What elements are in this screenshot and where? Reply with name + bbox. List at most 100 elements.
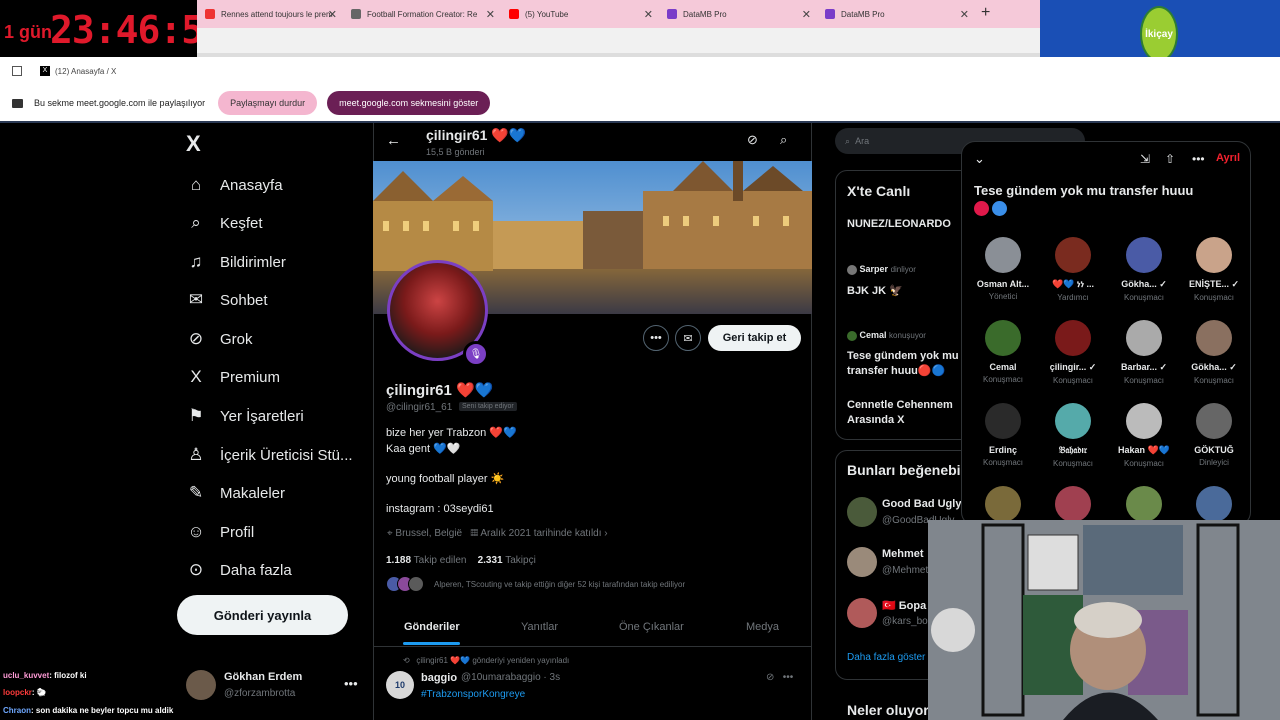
suggestion-handle: @Mehmet (882, 565, 929, 576)
more-icon[interactable]: ••• (783, 672, 794, 683)
browser-tab[interactable]: DataMB Pro ✕ (817, 0, 975, 28)
search-icon[interactable]: ⌕ (780, 132, 787, 148)
nav-item-home[interactable]: ⌂ Anasayfa (186, 175, 283, 195)
avatar[interactable] (847, 497, 877, 527)
space-speaker[interactable]: Barbar... ✓ Konuşmacı (1109, 320, 1179, 385)
speaker-name: Osman Alt... (976, 279, 1030, 289)
suggestion-name[interactable]: Mehmet (882, 548, 924, 560)
tab-replies[interactable]: Yanıtlar (521, 621, 558, 633)
space-speaker[interactable]: Gökha... ✓ Konuşmacı (1109, 237, 1179, 302)
close-icon[interactable]: ✕ (960, 8, 969, 21)
nav-item-explore[interactable]: ⌕ Keşfet (186, 213, 262, 233)
space-speaker[interactable] (1038, 486, 1108, 522)
nav-item-articles[interactable]: ✎ Makaleler (186, 483, 285, 503)
suggestion-name[interactable]: Good Bad Ugly (882, 498, 961, 510)
tab-posts[interactable]: Gönderiler (404, 621, 460, 633)
avatar[interactable] (847, 598, 877, 628)
browser-tab[interactable]: Rennes attend toujours le prem ✕ (197, 0, 343, 28)
space-speaker[interactable]: Cemal Konuşmacı (968, 320, 1038, 384)
chat-message: loopckr: 🐑 (3, 688, 47, 697)
grok-icon[interactable]: ⊘ (766, 672, 774, 683)
new-tab-button[interactable]: + (981, 4, 990, 22)
timer-day: 1 gün (4, 22, 52, 42)
nav-item-messages[interactable]: ✉ Sohbet (186, 290, 268, 310)
follow-back-button[interactable]: Geri takip et (708, 325, 801, 351)
more-icon: ⊙ (188, 560, 204, 579)
nav-item-premium[interactable]: X Premium (186, 367, 280, 387)
nav-item-grok[interactable]: ⊘ Grok (186, 329, 253, 349)
share-message: Bu sekme meet.google.com ile paylaşılıyo… (34, 98, 206, 108)
browser-tab[interactable]: DataMB Pro ✕ (659, 0, 817, 28)
minimize-icon[interactable]: ⇲ (1140, 152, 1150, 166)
space-speaker[interactable] (1179, 486, 1249, 522)
show-more-link[interactable]: Daha fazla göster (847, 652, 925, 663)
space-speaker[interactable] (1109, 486, 1179, 522)
space-speaker[interactable]: ❤️💙 ነነ ... Yardımcı (1038, 237, 1108, 302)
live-item[interactable]: NUNEZ/LEONARDO (847, 218, 951, 230)
more-icon[interactable]: ••• (344, 676, 358, 691)
share-bar: Bu sekme meet.google.com ile paylaşılıyo… (0, 85, 1280, 121)
share-icon[interactable]: ⇧ (1165, 152, 1175, 166)
post-button[interactable]: Gönderi yayınla (177, 595, 348, 635)
browser-tab[interactable]: (5) YouTube ✕ (501, 0, 659, 28)
close-icon[interactable]: ✕ (486, 8, 495, 21)
leave-space-button[interactable]: Ayrıl (1216, 152, 1240, 164)
space-speaker[interactable]: çilingir... ✓ Konuşmacı (1038, 320, 1108, 385)
chevron-down-icon[interactable]: ⌄ (974, 151, 985, 167)
space-speaker[interactable]: Gökha... ✓ Konuşmacı (1179, 320, 1249, 385)
grok-icon[interactable]: ⊘ (747, 132, 758, 148)
more-icon[interactable]: ••• (1192, 152, 1205, 166)
space-speaker[interactable]: Erdinç Konuşmacı (968, 403, 1038, 467)
space-speaker[interactable]: Osman Alt... Yönetici (968, 237, 1038, 301)
avatar[interactable] (847, 547, 877, 577)
live-item[interactable]: BJK JK 🦅 (847, 284, 903, 297)
space-mic-icon[interactable]: 🎙 (463, 341, 489, 367)
message-icon[interactable]: ✉ (675, 325, 701, 351)
divider (373, 646, 812, 647)
follow-stats: 1.188 Takip edilen 2.331 Takipçi (386, 555, 536, 566)
speaker-role: Konuşmacı (1123, 459, 1165, 468)
show-tab-button[interactable]: meet.google.com sekmesini göster (327, 91, 491, 115)
speaker-role: Yardımcı (1057, 293, 1089, 302)
avatar[interactable]: 10 (386, 671, 414, 699)
nav-item-profile[interactable]: ☺ Profil (186, 522, 254, 542)
nav-item-creator-studio[interactable]: ♙ İçerik Üreticisi Stü... (186, 445, 352, 465)
tweet-hashtag[interactable]: #TrabzonsporKongreye (421, 689, 525, 700)
back-arrow-icon[interactable]: ← (386, 132, 401, 149)
following-link[interactable]: 1.188 Takip edilen (386, 555, 466, 566)
close-icon[interactable]: ✕ (328, 8, 337, 21)
close-icon[interactable]: ✕ (802, 8, 811, 21)
more-icon[interactable]: ••• (643, 325, 669, 351)
nav-item-notifications[interactable]: ♫ Bildirimler (186, 252, 286, 272)
tab-highlights[interactable]: Öne Çıkanlar (619, 621, 684, 633)
browser-tab-strip: Rennes attend toujours le prem ✕ Football… (197, 0, 1040, 28)
tab-favicon-icon (825, 9, 835, 19)
space-speaker[interactable]: Hakan ❤️💙 Konuşmacı (1109, 403, 1179, 468)
avatar (1196, 403, 1232, 439)
space-speaker[interactable]: 𝔅𝔞𝔥𝔞𝔡ı𝔯 Konuşmacı (1038, 403, 1108, 468)
suggestion-name[interactable]: 🇹🇷 Бора (882, 599, 926, 612)
live-item[interactable]: Tese gündem yok mu transfer huuu🔴🔵 (847, 349, 962, 379)
tab-media[interactable]: Medya (746, 621, 779, 633)
chevron-right-icon: › (604, 528, 608, 539)
space-speaker[interactable] (968, 486, 1038, 522)
speaker-name: Gökha... ✓ (1191, 362, 1237, 372)
browser-tab[interactable]: Football Formation Creator: Re ✕ (343, 0, 501, 28)
nav-item-bookmarks[interactable]: ⚑ Yer İşaretleri (186, 406, 303, 426)
space-speaker[interactable]: ENİŞTE... ✓ Konuşmacı (1179, 237, 1249, 302)
followed-by[interactable]: Alperen, TScouting ve takip ettiğin diğe… (386, 576, 685, 592)
x-logo-icon[interactable]: X (186, 131, 201, 157)
followers-link[interactable]: 2.331 Takipçi (478, 555, 536, 566)
account-switcher[interactable]: Gökhan Erdem @zforzambrotta ••• (186, 670, 366, 702)
stop-sharing-button[interactable]: Paylaşmayı durdur (218, 91, 318, 115)
apps-icon[interactable] (12, 66, 22, 76)
stream-timer: 1 gün 23:46:54 (0, 0, 226, 57)
live-item[interactable]: Cennetle Cehennem Arasında X (847, 398, 962, 428)
close-icon[interactable]: ✕ (644, 8, 653, 21)
space-speaker[interactable]: GÖKTUĞ Dinleyici (1179, 403, 1249, 467)
nav-item-more[interactable]: ⊙ Daha fazla (186, 560, 292, 580)
followed-by-text: Alperen, TScouting ve takip ettiğin diğe… (434, 579, 686, 589)
repost-context: ⟲ çilingir61 ❤️💙 gönderiyi yeniden yayın… (403, 656, 570, 665)
profile-meta: ⌖ Brussel, België ▦ Aralık 2021 tarihind… (387, 528, 608, 539)
tweet-author[interactable]: baggio (421, 672, 457, 684)
